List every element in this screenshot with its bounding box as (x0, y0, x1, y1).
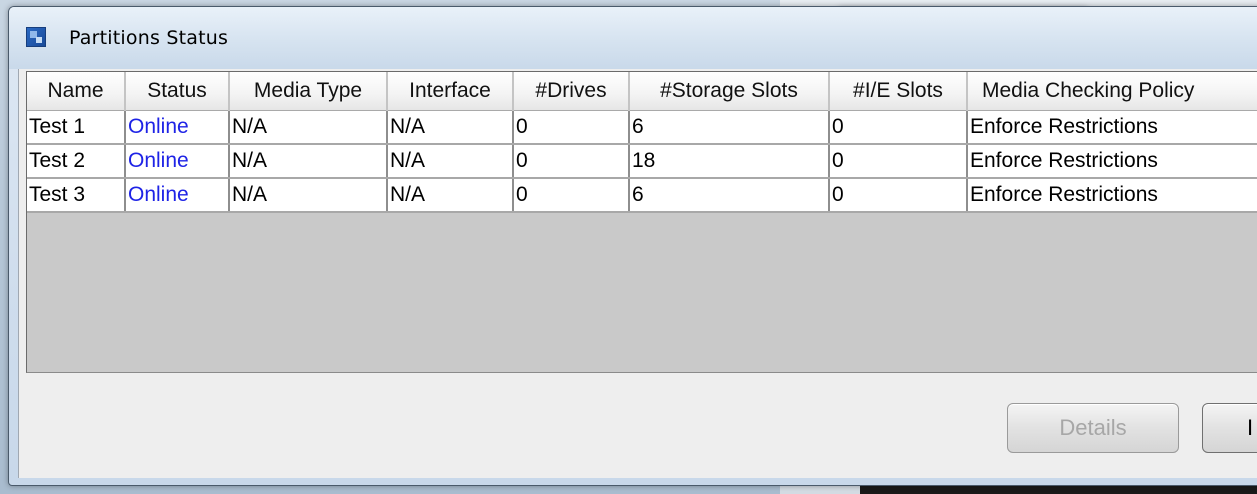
dialog-client-area: Name Status Media Type Interface #Drives… (18, 69, 1257, 478)
details-button[interactable]: Details (1007, 403, 1179, 453)
cell-status[interactable]: Online (125, 144, 230, 179)
cell-ie-slots[interactable]: 0 (829, 178, 968, 213)
cell-media-checking-policy[interactable]: Enforce Restrictions (967, 110, 1257, 145)
table-row[interactable]: Test 2 Online N/A N/A 0 18 0 Enforce Res… (27, 144, 1257, 179)
partitions-table: Name Status Media Type Interface #Drives… (27, 72, 1257, 213)
cell-media-checking-policy[interactable]: Enforce Restrictions (967, 178, 1257, 213)
cell-interface[interactable]: N/A (387, 110, 514, 145)
column-header-name[interactable]: Name (27, 72, 126, 111)
column-header-media-type[interactable]: Media Type (229, 72, 388, 111)
next-button-partial[interactable]: I (1202, 403, 1257, 453)
table-row[interactable]: Test 1 Online N/A N/A 0 6 0 Enforce Rest… (27, 110, 1257, 145)
cell-drives[interactable]: 0 (513, 144, 630, 179)
cell-drives[interactable]: 0 (513, 178, 630, 213)
cell-status[interactable]: Online (125, 178, 230, 213)
column-header-drives[interactable]: #Drives (513, 72, 630, 111)
table-row[interactable]: Test 3 Online N/A N/A 0 6 0 Enforce Rest… (27, 178, 1257, 213)
button-bar: Details I (19, 373, 1257, 478)
window-title: Partitions Status (69, 27, 229, 49)
cell-ie-slots[interactable]: 0 (829, 110, 968, 145)
cell-storage-slots[interactable]: 6 (629, 178, 830, 213)
cell-name[interactable]: Test 1 (27, 110, 126, 145)
column-header-interface[interactable]: Interface (387, 72, 514, 111)
cell-storage-slots[interactable]: 6 (629, 110, 830, 145)
partitions-table-viewport: Name Status Media Type Interface #Drives… (26, 71, 1257, 373)
cell-status[interactable]: Online (125, 110, 230, 145)
column-header-ie-slots[interactable]: #I/E Slots (829, 72, 968, 111)
cell-media-type[interactable]: N/A (229, 144, 388, 179)
app-window-icon (26, 27, 46, 47)
table-header-row: Name Status Media Type Interface #Drives… (27, 72, 1257, 111)
cell-media-type[interactable]: N/A (229, 110, 388, 145)
title-bar[interactable]: Partitions Status (9, 7, 1257, 69)
cell-drives[interactable]: 0 (513, 110, 630, 145)
column-header-status[interactable]: Status (125, 72, 230, 111)
cell-interface[interactable]: N/A (387, 144, 514, 179)
column-header-storage-slots[interactable]: #Storage Slots (629, 72, 830, 111)
cell-storage-slots[interactable]: 18 (629, 144, 830, 179)
cell-ie-slots[interactable]: 0 (829, 144, 968, 179)
cell-interface[interactable]: N/A (387, 178, 514, 213)
column-header-media-checking-policy[interactable]: Media Checking Policy (967, 72, 1257, 111)
partitions-status-window: Partitions Status Name Status Media Type… (8, 6, 1257, 486)
cell-media-checking-policy[interactable]: Enforce Restrictions (967, 144, 1257, 179)
cell-media-type[interactable]: N/A (229, 178, 388, 213)
cell-name[interactable]: Test 3 (27, 178, 126, 213)
cell-name[interactable]: Test 2 (27, 144, 126, 179)
